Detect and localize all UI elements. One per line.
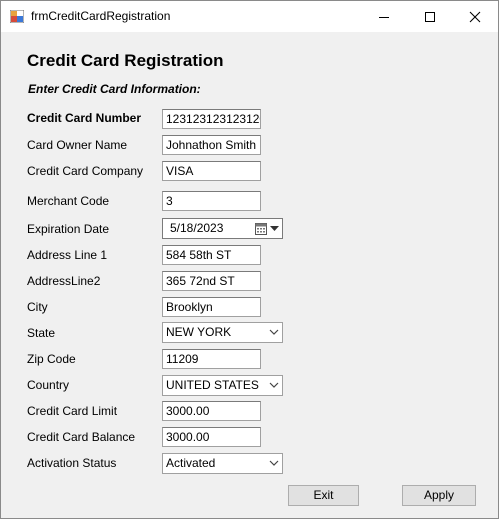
- chevron-down-icon[interactable]: [270, 226, 279, 232]
- main-window: frmCreditCardRegistration Credit Card Re…: [0, 0, 499, 519]
- address2-label: AddressLine2: [27, 274, 101, 288]
- zip-input[interactable]: 11209: [162, 349, 261, 369]
- maximize-button[interactable]: [407, 1, 453, 32]
- country-value: UNITED STATES: [166, 378, 259, 392]
- form-subheading: Enter Credit Card Information:: [28, 82, 201, 96]
- owner-name-input[interactable]: Johnathon Smith: [162, 135, 261, 155]
- close-button[interactable]: [452, 1, 498, 32]
- maximize-icon: [425, 11, 435, 22]
- city-input[interactable]: Brooklyn: [162, 297, 261, 317]
- state-value: NEW YORK: [166, 325, 232, 339]
- address1-label: Address Line 1: [27, 248, 108, 262]
- activation-label: Activation Status: [27, 456, 117, 470]
- owner-name-label: Card Owner Name: [27, 138, 128, 152]
- title-bar[interactable]: frmCreditCardRegistration: [1, 1, 498, 32]
- company-label: Credit Card Company: [27, 164, 144, 178]
- exit-button[interactable]: Exit: [288, 485, 359, 506]
- expiration-date-picker[interactable]: 5/18/2023: [162, 218, 283, 239]
- minimize-icon: [379, 16, 389, 18]
- chevron-down-icon: [269, 460, 279, 466]
- chevron-down-icon: [269, 382, 279, 388]
- card-number-label: Credit Card Number: [27, 111, 142, 125]
- form-client-area: Credit Card Registration Enter Credit Ca…: [1, 32, 498, 518]
- company-input[interactable]: VISA: [162, 161, 261, 181]
- limit-input[interactable]: 3000.00: [162, 401, 261, 421]
- activation-select[interactable]: Activated: [162, 453, 283, 474]
- calendar-icon[interactable]: [255, 222, 267, 235]
- app-icon: [10, 10, 24, 23]
- merchant-code-input[interactable]: 3: [162, 191, 261, 211]
- address1-input[interactable]: 584 58th ST: [162, 245, 261, 265]
- balance-input[interactable]: 3000.00: [162, 427, 261, 447]
- limit-label: Credit Card Limit: [27, 404, 118, 418]
- merchant-code-label: Merchant Code: [27, 194, 110, 208]
- window-title: frmCreditCardRegistration: [31, 9, 171, 23]
- expiration-date-label: Expiration Date: [27, 222, 110, 236]
- activation-value: Activated: [166, 456, 216, 470]
- card-number-input[interactable]: 123123123123120: [162, 109, 261, 129]
- chevron-down-icon: [269, 329, 279, 335]
- address2-input[interactable]: 365 72nd ST: [162, 271, 261, 291]
- zip-label: Zip Code: [27, 352, 76, 366]
- country-label: Country: [27, 378, 70, 392]
- state-label: State: [27, 326, 56, 340]
- expiration-date-value: 5/18/2023: [170, 221, 224, 235]
- balance-label: Credit Card Balance: [27, 430, 136, 444]
- minimize-button[interactable]: [361, 1, 407, 32]
- country-select[interactable]: UNITED STATES: [162, 375, 283, 396]
- state-select[interactable]: NEW YORK: [162, 322, 283, 343]
- close-icon: [469, 11, 481, 22]
- apply-button[interactable]: Apply: [402, 485, 476, 506]
- form-heading: Credit Card Registration: [27, 51, 224, 70]
- city-label: City: [27, 300, 48, 314]
